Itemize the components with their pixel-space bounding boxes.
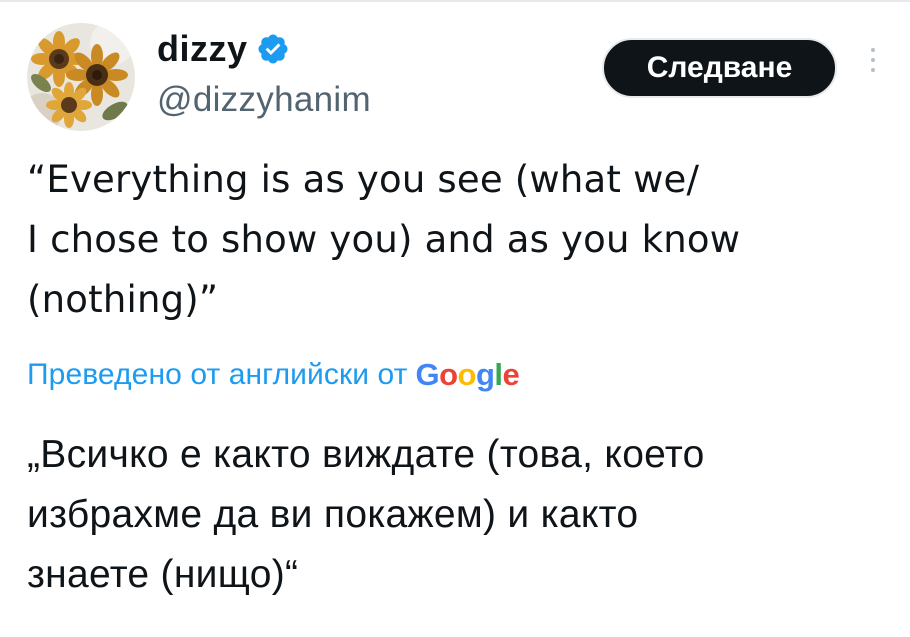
author-handle[interactable]: @dizzyhanim — [157, 80, 371, 120]
google-logo-letter: o — [439, 357, 458, 392]
verified-badge-icon[interactable] — [256, 32, 290, 66]
more-vertical-icon[interactable] — [868, 48, 878, 88]
author-name-row: dizzy — [157, 24, 290, 74]
tweet-translated-text: „Всичко е както виждате (това, което изб… — [27, 433, 705, 596]
google-logo: Google — [415, 357, 519, 393]
tweet-original-text: “Everything is as you see (what we/ I ch… — [27, 158, 741, 321]
author-display-name[interactable]: dizzy — [157, 31, 248, 67]
google-logo-letter: e — [502, 357, 520, 392]
tweet: dizzy @dizzyhanim Следване “Everything i… — [0, 0, 910, 637]
google-logo-letter: l — [494, 357, 503, 392]
translation-attribution-label[interactable]: Преведено от английски от — [27, 358, 407, 392]
google-logo-letter: o — [457, 357, 477, 392]
author-avatar[interactable] — [27, 23, 135, 131]
google-logo-letter: G — [415, 357, 440, 392]
translation-attribution[interactable]: Преведено от английски от Google — [27, 355, 520, 395]
follow-button[interactable]: Следване — [602, 38, 837, 98]
google-logo-letter: g — [475, 357, 495, 392]
sunflower-avatar-image — [27, 23, 135, 131]
